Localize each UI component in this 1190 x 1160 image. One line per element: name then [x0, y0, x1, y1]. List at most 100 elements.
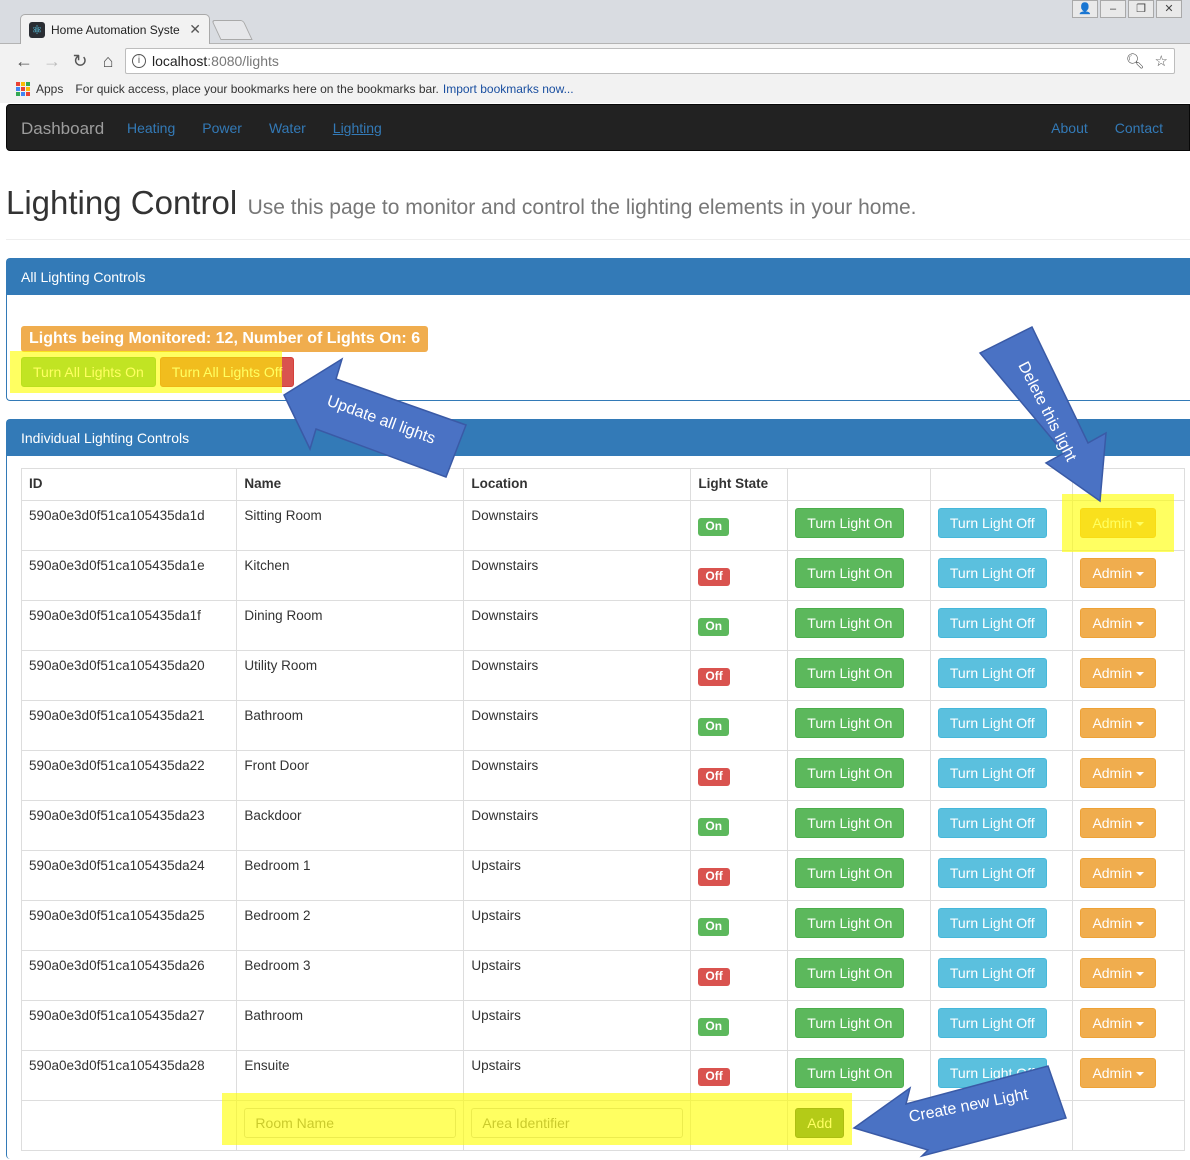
admin-dropdown-button[interactable]: Admin: [1080, 508, 1157, 538]
caret-down-icon: [1136, 922, 1145, 927]
turn-light-on-button[interactable]: Turn Light On: [795, 508, 905, 538]
admin-dropdown-button[interactable]: Admin: [1080, 608, 1157, 638]
admin-dropdown-button[interactable]: Admin: [1080, 708, 1157, 738]
close-window-icon[interactable]: ✕: [1156, 0, 1182, 18]
apps-icon[interactable]: [16, 82, 30, 96]
individual-lighting-panel: Individual Lighting Controls ID Name Loc…: [6, 419, 1190, 1159]
callout-delete-light: Delete this light: [978, 325, 1107, 503]
light-id: 590a0e3d0f51ca105435da1e: [20, 550, 238, 601]
light-name: Sitting Room: [236, 500, 465, 551]
turn-light-on-button[interactable]: Turn Light On: [795, 558, 905, 588]
turn-light-off-button[interactable]: Turn Light Off: [937, 758, 1047, 788]
admin-dropdown-button[interactable]: Admin: [1080, 808, 1157, 838]
nav-link-heating[interactable]: Heating: [127, 120, 175, 136]
admin-dropdown-button[interactable]: Admin: [1080, 1008, 1157, 1038]
restore-icon[interactable]: ❐: [1128, 0, 1154, 18]
caret-down-icon: [1136, 522, 1145, 527]
page-header: Lighting Control Use this page to monito…: [6, 184, 1190, 240]
nav-link-water[interactable]: Water: [269, 120, 306, 136]
caret-down-icon: [1136, 572, 1145, 577]
turn-light-off-button[interactable]: Turn Light Off: [937, 708, 1047, 738]
turn-light-on-button[interactable]: Turn Light On: [795, 858, 905, 888]
turn-light-on-button[interactable]: Turn Light On: [795, 1008, 905, 1038]
admin-label: Admin: [1092, 565, 1133, 581]
tab-title: Home Automation Syste: [51, 22, 180, 37]
table-row: 590a0e3d0f51ca105435da27 Bathroom Upstai…: [20, 1000, 1185, 1051]
admin-dropdown-button[interactable]: Admin: [1080, 758, 1157, 788]
turn-light-off-button[interactable]: Turn Light Off: [937, 908, 1047, 938]
turn-light-off-button[interactable]: Turn Light Off: [937, 1008, 1047, 1038]
light-location: Downstairs: [463, 500, 692, 551]
light-name: Bedroom 2: [236, 900, 465, 951]
room-name-input[interactable]: [244, 1108, 457, 1138]
minimize-icon[interactable]: –: [1100, 0, 1126, 18]
turn-light-off-button[interactable]: Turn Light Off: [937, 658, 1047, 688]
light-name: Bathroom: [236, 1000, 465, 1051]
light-state-badge: Off: [698, 1068, 730, 1086]
area-identifier-input[interactable]: [471, 1108, 684, 1138]
caret-down-icon: [1136, 722, 1145, 727]
turn-light-off-button[interactable]: Turn Light Off: [937, 508, 1047, 538]
reload-icon[interactable]: ↻: [70, 51, 90, 72]
zoom-icon[interactable]: 🔍︎: [1126, 52, 1145, 70]
turn-light-off-button[interactable]: Turn Light Off: [937, 808, 1047, 838]
nav-link-power[interactable]: Power: [202, 120, 242, 136]
close-icon[interactable]: ✕: [189, 21, 201, 38]
add-light-button[interactable]: Add: [795, 1108, 845, 1138]
light-location: Upstairs: [463, 850, 692, 901]
turn-light-on-button[interactable]: Turn Light On: [795, 808, 905, 838]
info-icon[interactable]: i: [132, 54, 146, 68]
import-bookmarks-link[interactable]: Import bookmarks now...: [443, 82, 574, 96]
nav-right-links: About Contact: [1051, 120, 1163, 136]
admin-label: Admin: [1092, 765, 1133, 781]
user-icon[interactable]: 👤: [1072, 0, 1098, 18]
bookmark-apps[interactable]: Apps: [36, 82, 63, 96]
light-name: Front Door: [236, 750, 465, 801]
admin-dropdown-button[interactable]: Admin: [1080, 658, 1157, 688]
turn-light-off-button[interactable]: Turn Light Off: [937, 858, 1047, 888]
light-state-badge: On: [698, 918, 730, 936]
light-location: Downstairs: [463, 700, 692, 751]
home-icon[interactable]: ⌂: [98, 51, 118, 72]
turn-light-on-button[interactable]: Turn Light On: [795, 958, 905, 988]
back-icon[interactable]: ←: [14, 51, 34, 72]
browser-tab[interactable]: ⚛ Home Automation Syste ✕: [20, 14, 210, 44]
column-header-state: Light State: [690, 468, 789, 501]
light-state-badge: Off: [698, 868, 730, 886]
star-icon[interactable]: ☆: [1155, 52, 1168, 70]
turn-all-on-button[interactable]: Turn All Lights On: [21, 357, 156, 387]
light-state-badge: Off: [698, 768, 730, 786]
admin-label: Admin: [1092, 915, 1133, 931]
admin-dropdown-button[interactable]: Admin: [1080, 958, 1157, 988]
admin-label: Admin: [1092, 615, 1133, 631]
forward-icon[interactable]: →: [42, 51, 62, 72]
admin-label: Admin: [1092, 515, 1133, 531]
page-subtitle: Use this page to monitor and control the…: [247, 196, 917, 219]
admin-dropdown-button[interactable]: Admin: [1080, 858, 1157, 888]
turn-light-on-button[interactable]: Turn Light On: [795, 708, 905, 738]
table-row: 590a0e3d0f51ca105435da1e Kitchen Downsta…: [20, 550, 1185, 601]
nav-link-contact[interactable]: Contact: [1115, 120, 1163, 136]
turn-light-on-button[interactable]: Turn Light On: [795, 908, 905, 938]
react-icon: ⚛: [29, 21, 45, 38]
address-bar[interactable]: i localhost:8080/lights 🔍︎ ☆: [125, 48, 1175, 74]
turn-light-off-button[interactable]: Turn Light Off: [937, 558, 1047, 588]
turn-light-off-button[interactable]: Turn Light Off: [937, 608, 1047, 638]
turn-light-off-button[interactable]: Turn Light Off: [937, 958, 1047, 988]
admin-dropdown-button[interactable]: Admin: [1080, 558, 1157, 588]
admin-dropdown-button[interactable]: Admin: [1080, 908, 1157, 938]
nav-link-lighting[interactable]: Lighting: [333, 120, 382, 136]
admin-label: Admin: [1092, 665, 1133, 681]
caret-down-icon: [1136, 1022, 1145, 1027]
nav-link-about[interactable]: About: [1051, 120, 1088, 136]
light-id: 590a0e3d0f51ca105435da20: [20, 650, 238, 701]
admin-dropdown-button[interactable]: Admin: [1080, 1058, 1157, 1088]
navbar-brand[interactable]: Dashboard: [21, 119, 104, 139]
turn-light-on-button[interactable]: Turn Light On: [795, 658, 905, 688]
lights-table: ID Name Location Light State 590a0e3d0f5…: [20, 468, 1185, 1151]
new-tab-button[interactable]: [211, 20, 253, 40]
turn-light-on-button[interactable]: Turn Light On: [795, 608, 905, 638]
turn-light-on-button[interactable]: Turn Light On: [795, 758, 905, 788]
turn-all-off-button[interactable]: Turn All Lights Off: [159, 357, 295, 387]
table-row: 590a0e3d0f51ca105435da23 Backdoor Downst…: [20, 800, 1185, 851]
